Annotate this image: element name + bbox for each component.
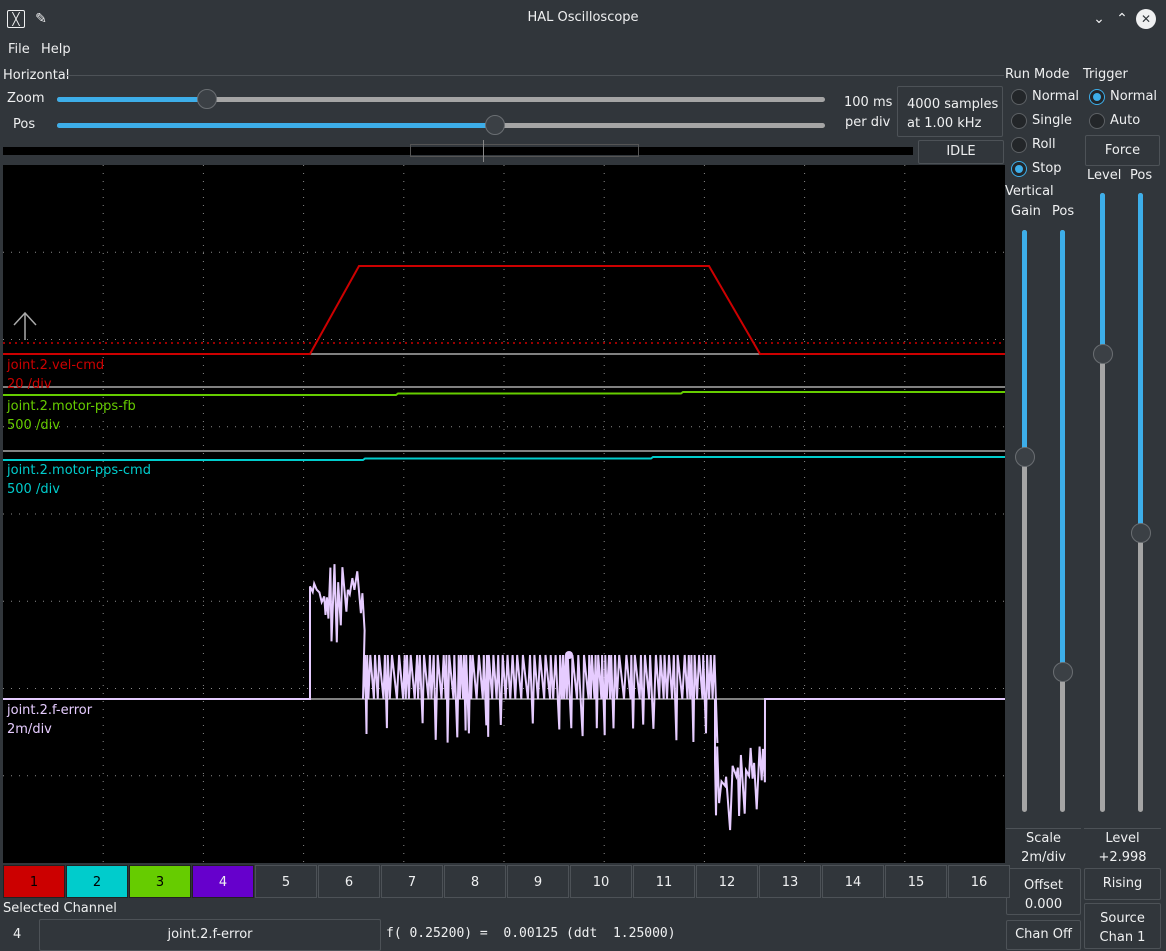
trigger-source-value: Chan 1 [1099,930,1146,945]
channel-button-7[interactable]: 7 [381,865,443,898]
run-mode-normal-radio[interactable] [1011,89,1027,105]
vertical-group-label: Vertical [1005,184,1054,199]
channel-button-4[interactable]: 4 [192,865,254,898]
trigger-pos-label: Pos [1130,168,1153,183]
pos-label: Pos [13,117,36,132]
vertical-scale-value: 2m/div [1021,850,1066,865]
trigger-arrow-icon [13,311,37,340]
trace-motor-pps-cmd [3,456,1005,461]
samples-line1: 4000 samples [907,97,999,112]
channel-button-3[interactable]: 3 [129,865,191,898]
run-mode-normal-label[interactable]: Normal [1032,89,1079,104]
trigger-pos-slider-fill [1138,193,1143,534]
horizontal-group-frame [66,75,1004,76]
vertical-offset-label: Offset [1023,878,1064,893]
trigger-level-slider-fill [1100,193,1105,354]
vertical-pos-slider-handle[interactable] [1053,662,1073,683]
channel-button-12[interactable]: 12 [696,865,758,898]
trigger-group-label: Trigger [1083,67,1128,82]
trigger-level-slider-handle[interactable] [1093,343,1113,364]
oscilloscope-window: ╳ ✎ HAL Oscilloscope ⌄ ⌃ ✕ File Help Hor… [0,0,1166,951]
run-mode-roll-label[interactable]: Roll [1032,137,1056,152]
trigger-edge-button[interactable]: Rising [1084,868,1161,900]
channel-button-8[interactable]: 8 [444,865,506,898]
menu-file[interactable]: File [8,42,30,57]
force-button[interactable]: Force [1085,135,1160,166]
run-mode-stop-label[interactable]: Stop [1032,161,1062,176]
trace-3-scale: 500 /div [7,482,60,497]
rate-line2: per div [845,115,891,130]
trace-1-scale: 20 /div [7,377,52,392]
trigger-level-label: Level [1087,168,1122,183]
selected-channel-number: 4 [13,927,22,942]
trigger-pos-slider-handle[interactable] [1131,523,1151,544]
channel-button-9[interactable]: 9 [507,865,569,898]
vertical-offset-button[interactable]: Offset 0.000 [1006,868,1081,915]
trigger-source-label: Source [1100,911,1145,926]
run-mode-single-radio[interactable] [1011,113,1027,129]
trigger-auto-radio[interactable] [1089,113,1105,129]
vertical-gain-slider-handle[interactable] [1015,446,1035,467]
zoom-slider-fill [57,97,207,102]
trigger-level-readout: +2.998 [1098,850,1147,865]
menu-help[interactable]: Help [41,42,71,57]
selected-channel-name-button[interactable]: joint.2.f-error [39,919,381,951]
run-mode-group-label: Run Mode [1005,67,1070,82]
channel-button-16[interactable]: 16 [948,865,1010,898]
horizontal-group-label: Horizontal [3,68,70,83]
channel-button-1[interactable]: 1 [3,865,65,898]
status-indicator: IDLE [918,140,1004,164]
close-icon[interactable]: ✕ [1136,9,1156,29]
trigger-source-button[interactable]: Source Chan 1 [1084,903,1161,949]
trigger-auto-label[interactable]: Auto [1110,113,1140,128]
pos-slider-fill [57,123,495,128]
rate-line1: 100 ms [844,95,893,110]
selected-channel-group-label: Selected Channel [3,901,117,916]
trace-1-name: joint.2.vel-cmd [6,358,104,373]
scope-display[interactable]: joint.2.vel-cmd 20 /div joint.2.motor-pp… [3,165,1005,863]
samples-line2: at 1.00 kHz [907,116,982,131]
maximize-icon[interactable]: ⌃ [1111,8,1133,30]
channel-button-2[interactable]: 2 [66,865,128,898]
trace-2-name: joint.2.motor-pps-fb [6,399,136,414]
trigger-normal-radio[interactable] [1089,89,1105,105]
trace-3-name: joint.2.motor-pps-cmd [6,463,151,478]
record-window [410,144,639,157]
run-mode-single-label[interactable]: Single [1032,113,1072,128]
zoom-label: Zoom [7,91,45,106]
window-title: HAL Oscilloscope [527,10,639,25]
channel-button-11[interactable]: 11 [633,865,695,898]
vertical-gain-slider-fill [1022,230,1027,457]
vertical-pos-slider-fill [1060,230,1065,673]
trace-4-name: joint.2.f-error [6,703,93,718]
samples-button[interactable]: 4000 samples at 1.00 kHz [897,86,1003,137]
trace-f-error-cursor [565,651,573,659]
trace-4-scale: 2m/div [7,722,52,737]
vertical-pos-label: Pos [1052,204,1075,219]
chan-off-button[interactable]: Chan Off [1006,920,1081,950]
run-mode-stop-radio[interactable] [1011,161,1027,177]
channel-button-5[interactable]: 5 [255,865,317,898]
channel-button-15[interactable]: 15 [885,865,947,898]
trigger-level-title: Level [1105,831,1140,846]
channel-button-6[interactable]: 6 [318,865,380,898]
zoom-slider-handle[interactable] [196,89,217,109]
trigger-normal-label[interactable]: Normal [1110,89,1157,104]
trace-2-scale: 500 /div [7,418,60,433]
record-trigger-marker [483,140,484,162]
channel-button-14[interactable]: 14 [822,865,884,898]
channel-button-13[interactable]: 13 [759,865,821,898]
minimize-icon[interactable]: ⌄ [1088,8,1110,30]
trace-f-error-path [3,564,1005,831]
trace-f-error [3,564,1005,831]
channel-button-10[interactable]: 10 [570,865,632,898]
trace-motor-pps-fb [3,391,1005,396]
selected-channel-readout: f( 0.25200) = 0.00125 (ddt 1.25000) [386,926,676,941]
vertical-offset-value: 0.000 [1024,897,1063,912]
run-mode-roll-radio[interactable] [1011,137,1027,153]
scope-grid [3,165,1005,863]
vertical-scale-label: Scale [1026,831,1061,846]
vertical-gain-label: Gain [1011,204,1041,219]
pos-slider-handle[interactable] [484,115,505,135]
